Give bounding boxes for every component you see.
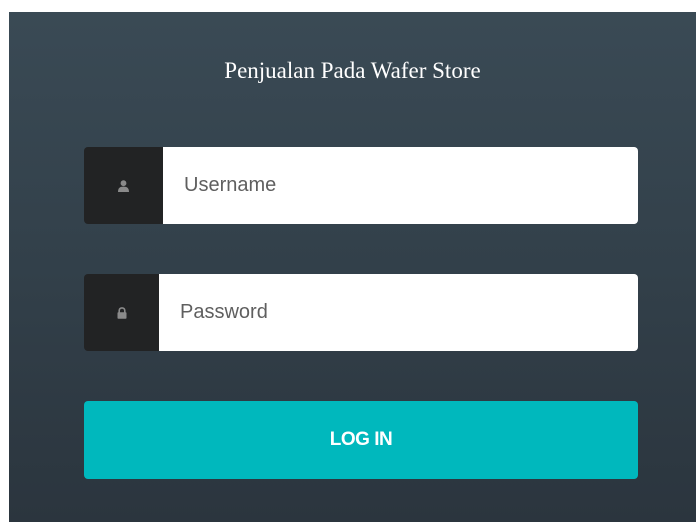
login-button[interactable]: LOG IN [84, 401, 638, 479]
lock-icon [84, 274, 159, 351]
page-title: Penjualan Pada Wafer Store [224, 58, 481, 83]
username-input[interactable] [163, 147, 638, 224]
login-panel: Penjualan Pada Wafer Store LOG IN [9, 12, 696, 522]
password-field-group [84, 274, 638, 351]
password-input[interactable] [159, 274, 638, 351]
user-icon [84, 147, 163, 224]
username-field-group [84, 147, 638, 224]
